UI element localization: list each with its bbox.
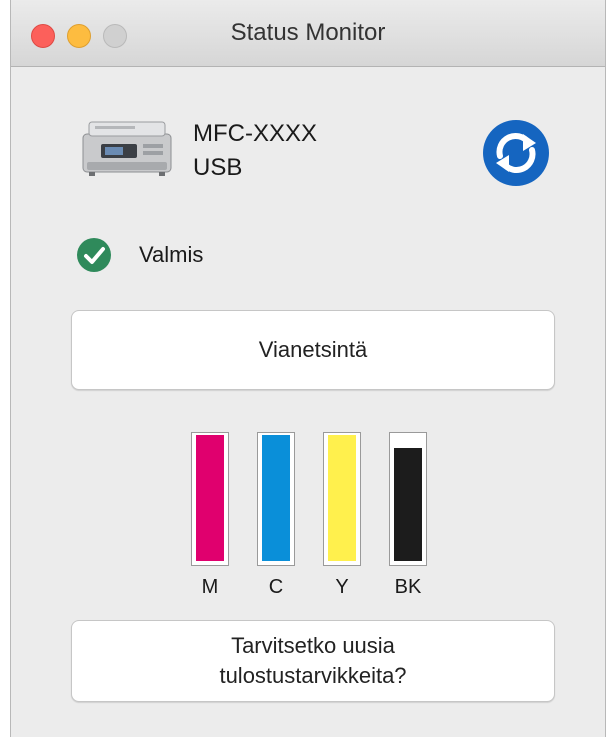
ink-fill-bk bbox=[394, 448, 422, 561]
ink-fill-y bbox=[328, 435, 356, 561]
window-title: Status Monitor bbox=[230, 19, 386, 46]
ink-label-y: Y bbox=[335, 576, 349, 598]
ink-fill-c bbox=[262, 435, 290, 561]
ink-cartridge-m bbox=[191, 432, 229, 566]
ink-cartridge-y bbox=[323, 432, 361, 566]
refresh-icon bbox=[496, 133, 536, 173]
troubleshoot-button[interactable]: Vianetsintä bbox=[71, 310, 555, 390]
ink-levels: M C Y BK bbox=[191, 432, 441, 602]
ink-label-c: C bbox=[268, 576, 284, 598]
ink-label-bk: BK bbox=[394, 576, 422, 598]
checkmark-icon bbox=[77, 238, 111, 272]
ink-label-m: M bbox=[201, 576, 219, 598]
title-bar: Status Monitor bbox=[11, 0, 605, 67]
ink-cartridge-bk bbox=[389, 432, 427, 566]
refresh-button[interactable] bbox=[483, 120, 549, 186]
ink-fill-m bbox=[196, 435, 224, 561]
status-text: Valmis bbox=[139, 242, 204, 267]
order-supplies-button[interactable]: Tarvitsetko uusia tulostustarvikkeita? bbox=[71, 620, 555, 702]
printer-icon bbox=[79, 116, 175, 183]
connection-type: USB bbox=[193, 154, 243, 181]
supplies-line-1: Tarvitsetko uusia bbox=[231, 633, 395, 658]
ink-cartridge-c bbox=[257, 432, 295, 566]
status-monitor-window: Status Monitor MFC-XXXX USB Valmis Viane… bbox=[10, 0, 606, 737]
printer-model: MFC-XXXX bbox=[193, 120, 318, 147]
supplies-line-2: tulostustarvikkeita? bbox=[219, 663, 407, 688]
